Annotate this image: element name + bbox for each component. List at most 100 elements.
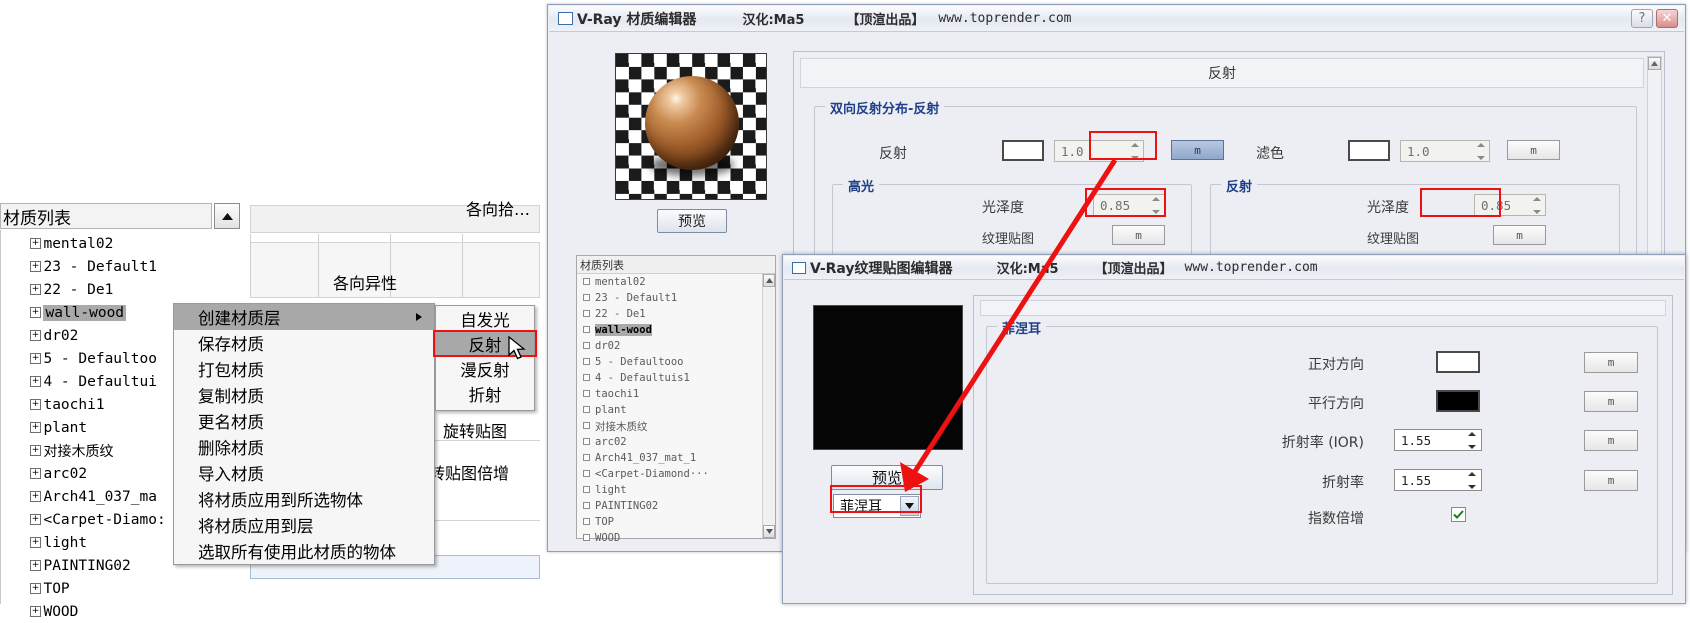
fresnel-color-swatch[interactable] (1436, 390, 1480, 412)
list-item[interactable]: taochi1 (577, 386, 775, 402)
expand-icon[interactable] (583, 326, 590, 333)
context-menu-item[interactable]: 复制材质 (174, 382, 434, 408)
context-menu-item[interactable]: 保存材质 (174, 330, 434, 356)
expand-icon[interactable] (583, 534, 590, 541)
window1-list-scrollbar[interactable] (762, 274, 775, 538)
expand-icon[interactable]: + (30, 491, 41, 502)
scroll-up-button[interactable] (214, 203, 240, 229)
expand-icon[interactable] (583, 294, 590, 301)
reflect-map-button[interactable]: m (1171, 140, 1224, 160)
expand-icon[interactable] (583, 422, 590, 429)
context-menu-item[interactable]: 更名材质 (174, 408, 434, 434)
exponent-multiply-checkbox[interactable] (1451, 507, 1466, 522)
highlight-texture-map-button[interactable]: m (1112, 225, 1165, 245)
list-item[interactable]: dr02 (577, 338, 775, 354)
expand-icon[interactable] (583, 390, 590, 397)
map-type-dropdown[interactable]: 菲涅耳 (833, 494, 921, 518)
expand-icon[interactable]: + (30, 330, 41, 341)
list-item[interactable]: light (577, 482, 775, 498)
submenu-item[interactable]: 自发光 (436, 306, 534, 331)
window1-material-list[interactable]: 材质列表 mental02 23 - Default1 22 - De1 wall-w… (576, 255, 776, 544)
texture-preview-button[interactable]: 预览 (831, 465, 943, 490)
expand-icon[interactable]: + (30, 284, 41, 295)
context-menu-item[interactable]: 导入材质 (174, 460, 434, 486)
scroll-down-button[interactable] (763, 525, 775, 538)
spinner-arrows-icon[interactable] (1131, 143, 1140, 160)
list-item[interactable]: mental02 (577, 274, 775, 290)
filter-value-spinner[interactable]: 1.0 (1400, 140, 1490, 162)
reflect-texture-map-button[interactable]: m (1493, 225, 1546, 245)
context-menu[interactable]: 创建材质层 保存材质 打包材质 复制材质 更名材质 删除材质 导入材质 将材质应用到所选物体将… (173, 303, 435, 565)
scroll-up-button[interactable] (763, 274, 775, 287)
expand-icon[interactable]: + (30, 445, 41, 456)
fresnel-map-button[interactable]: m (1584, 391, 1638, 412)
reflect-color-swatch[interactable] (1002, 140, 1044, 161)
fresnel-value-spinner[interactable]: 1.55 (1394, 469, 1482, 491)
expand-icon[interactable] (583, 518, 590, 525)
expand-icon[interactable]: + (30, 307, 41, 318)
expand-icon[interactable] (583, 358, 590, 365)
expand-icon[interactable] (583, 278, 590, 285)
close-button[interactable]: ✕ (1656, 9, 1678, 28)
spinner-arrows-icon[interactable] (1477, 143, 1486, 160)
list-item[interactable]: 4 - Defaultuis1 (577, 370, 775, 386)
fresnel-map-button[interactable]: m (1584, 470, 1638, 491)
spinner-arrows-icon[interactable] (1468, 472, 1477, 489)
expand-icon[interactable]: + (30, 606, 41, 617)
chevron-down-icon[interactable] (900, 496, 919, 516)
context-menu-item[interactable]: 删除材质 (174, 434, 434, 460)
context-menu-item[interactable]: 将材质应用到所选物体 (174, 486, 434, 512)
list-item[interactable]: <Carpet-Diamond··· (577, 466, 775, 482)
expand-icon[interactable] (583, 374, 590, 381)
highlight-glossiness-spinner[interactable]: 0.85 (1093, 194, 1165, 216)
list-item[interactable]: 对接木质纹 (577, 418, 775, 434)
list-item[interactable]: wall-wood (577, 322, 775, 338)
context-menu-item[interactable]: 将材质应用到层 (174, 512, 434, 538)
submenu-item[interactable]: 折射 (436, 381, 534, 406)
list-item[interactable]: PAINTING02 (577, 498, 775, 514)
list-item[interactable]: 23 - Default1 (577, 290, 775, 306)
window2-titlebar[interactable]: V-Ray纹理贴图编辑器 汉化:Ma5 【顶渲出品】 www.toprender… (784, 256, 1684, 280)
filter-map-button[interactable]: m (1507, 140, 1560, 160)
expand-icon[interactable] (583, 470, 590, 477)
list-item[interactable]: WOOD (577, 530, 775, 546)
context-menu-item[interactable]: 打包材质 (174, 356, 434, 382)
spinner-arrows-icon[interactable] (1152, 197, 1161, 214)
expand-icon[interactable]: + (30, 560, 41, 571)
list-item[interactable]: arc02 (577, 434, 775, 450)
filter-color-swatch[interactable] (1348, 140, 1390, 161)
expand-icon[interactable]: + (30, 422, 41, 433)
context-menu-item[interactable]: 选取所有使用此材质的物体 (174, 538, 434, 564)
list-item[interactable]: TOP (577, 514, 775, 530)
fresnel-map-button[interactable]: m (1584, 430, 1638, 451)
tree-item[interactable]: +··22 - De1 (0, 278, 240, 301)
expand-icon[interactable]: + (30, 583, 41, 594)
tree-item[interactable]: +··mental02 (0, 232, 240, 255)
reflect-value-spinner[interactable]: 1.0 (1054, 140, 1144, 162)
tree-item[interactable]: +··23 - Default1 (0, 255, 240, 278)
expand-icon[interactable] (583, 486, 590, 493)
fresnel-map-button[interactable]: m (1584, 352, 1638, 373)
spinner-arrows-icon[interactable] (1468, 432, 1477, 449)
expand-icon[interactable] (583, 406, 590, 413)
expand-icon[interactable] (583, 342, 590, 349)
spinner-arrows-icon[interactable] (1533, 197, 1542, 214)
expand-icon[interactable]: + (30, 537, 41, 548)
expand-icon[interactable] (583, 454, 590, 461)
expand-icon[interactable]: + (30, 353, 41, 364)
scroll-up-button[interactable] (1648, 57, 1661, 70)
expand-icon[interactable]: + (30, 514, 41, 525)
fresnel-value-spinner[interactable]: 1.55 (1394, 429, 1482, 451)
tree-item[interactable]: +··WOOD (0, 600, 240, 623)
window2-rollout-header[interactable] (980, 300, 1666, 316)
tree-item[interactable]: +··TOP (0, 577, 240, 600)
list-item[interactable]: Arch41_037_mat_1 (577, 450, 775, 466)
help-button[interactable]: ? (1631, 9, 1653, 28)
context-menu-item[interactable]: 创建材质层 (174, 304, 434, 330)
list-item[interactable]: 5 - Defaultooo (577, 354, 775, 370)
expand-icon[interactable] (583, 310, 590, 317)
expand-icon[interactable]: + (30, 399, 41, 410)
expand-icon[interactable]: + (30, 238, 41, 249)
expand-icon[interactable]: + (30, 376, 41, 387)
fresnel-color-swatch[interactable] (1436, 351, 1480, 373)
